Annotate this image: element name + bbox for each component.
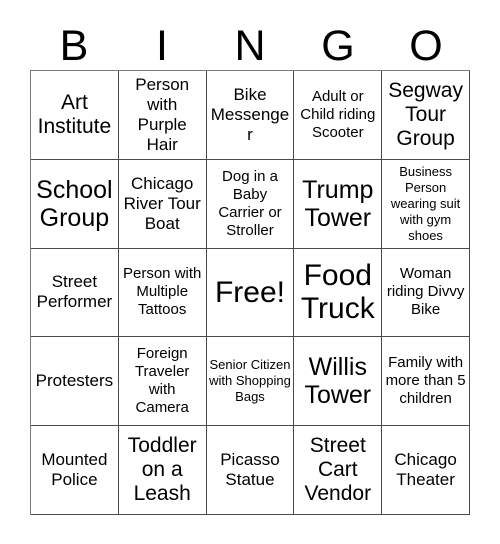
bingo-cell-r4c4[interactable]: Willis Tower bbox=[294, 337, 383, 427]
bingo-grid: Art Institute Person with Purple Hair Bike… bbox=[30, 70, 470, 515]
bingo-cell-r4c3[interactable]: Senior Citizen with Shopping Bags bbox=[206, 337, 295, 427]
bingo-cell-r4c5[interactable]: Family with more than 5 children bbox=[382, 337, 470, 427]
bingo-cell-r3c3[interactable]: Free! bbox=[206, 248, 295, 338]
bingo-cell-r1c4[interactable]: Adult or Child riding Scooter bbox=[294, 71, 383, 160]
bingo-header-letter-b: B bbox=[59, 22, 89, 70]
bingo-cell-label: Free! bbox=[214, 275, 285, 309]
bingo-cell-label: Segway Tour Group bbox=[388, 78, 463, 150]
bingo-cell-label: Willis Tower bbox=[304, 353, 372, 410]
bingo-cell-label: Bike Messenger bbox=[210, 84, 290, 144]
bingo-cell-label: Person with Multiple Tattoos bbox=[123, 265, 202, 319]
bingo-cell-r1c3[interactable]: Bike Messenger bbox=[206, 71, 295, 160]
bingo-cell-label: Food Truck bbox=[300, 259, 375, 326]
bingo-cell-r2c1[interactable]: School Group bbox=[31, 159, 119, 249]
bingo-cell-r1c2[interactable]: Person with Purple Hair bbox=[118, 71, 207, 160]
bingo-cell-label: Art Institute bbox=[37, 90, 112, 138]
bingo-card: B I N G O Art Institute Person with Purpl… bbox=[0, 0, 500, 544]
bingo-cell-label: Woman riding Divvy Bike bbox=[386, 265, 465, 319]
bingo-cell-label: Adult or Child riding Scooter bbox=[300, 87, 376, 141]
bingo-cell-label: Street Performer bbox=[36, 272, 113, 312]
bingo-cell-label: Chicago River Tour Boat bbox=[123, 173, 201, 233]
bingo-cell-r4c2[interactable]: Foreign Traveler with Camera bbox=[118, 337, 207, 427]
bingo-cell-r4c1[interactable]: Protesters bbox=[31, 337, 119, 427]
bingo-cell-label: Person with Purple Hair bbox=[135, 74, 190, 154]
bingo-cell-label: Family with more than 5 children bbox=[385, 354, 466, 408]
bingo-cell-label: School Group bbox=[36, 175, 113, 232]
bingo-cell-label: Chicago Theater bbox=[394, 450, 457, 490]
bingo-cell-r5c2[interactable]: Toddler on a Leash bbox=[118, 426, 207, 515]
bingo-cell-r3c5[interactable]: Woman riding Divvy Bike bbox=[382, 248, 470, 338]
bingo-cell-r3c2[interactable]: Person with Multiple Tattoos bbox=[118, 248, 207, 338]
bingo-cell-r5c3[interactable]: Picasso Statue bbox=[206, 426, 295, 515]
bingo-cell-label: Street Cart Vendor bbox=[304, 434, 372, 506]
bingo-cell-label: Toddler on a Leash bbox=[127, 434, 197, 506]
bingo-header-letter-i: I bbox=[156, 22, 168, 70]
bingo-cell-r3c1[interactable]: Street Performer bbox=[31, 248, 119, 338]
bingo-cell-label: Dog in a Baby Carrier or Stroller bbox=[218, 167, 282, 239]
bingo-cell-r5c5[interactable]: Chicago Theater bbox=[382, 426, 470, 515]
bingo-cell-r3c4[interactable]: Food Truck bbox=[294, 248, 383, 338]
bingo-cell-r2c4[interactable]: Trump Tower bbox=[294, 159, 383, 249]
bingo-cell-label: Senior Citizen with Shopping Bags bbox=[209, 357, 291, 405]
bingo-header-letter-o: O bbox=[409, 22, 443, 70]
bingo-header-row: B I N G O bbox=[30, 18, 470, 70]
bingo-cell-label: Picasso Statue bbox=[220, 450, 280, 490]
bingo-cell-label: Mounted Police bbox=[41, 450, 108, 490]
bingo-cell-label: Foreign Traveler with Camera bbox=[134, 345, 190, 417]
bingo-cell-r5c1[interactable]: Mounted Police bbox=[31, 426, 119, 515]
bingo-header-letter-n: N bbox=[234, 22, 266, 70]
bingo-cell-r1c1[interactable]: Art Institute bbox=[31, 71, 119, 160]
bingo-cell-label: Business Person wearing suit with gym sh… bbox=[390, 163, 461, 243]
bingo-cell-r2c2[interactable]: Chicago River Tour Boat bbox=[118, 159, 207, 249]
bingo-cell-label: Protesters bbox=[35, 371, 114, 391]
bingo-cell-label: Trump Tower bbox=[302, 175, 374, 232]
bingo-cell-r1c5[interactable]: Segway Tour Group bbox=[382, 71, 470, 160]
bingo-header-letter-g: G bbox=[321, 22, 355, 70]
bingo-cell-r2c5[interactable]: Business Person wearing suit with gym sh… bbox=[382, 159, 470, 249]
bingo-cell-r2c3[interactable]: Dog in a Baby Carrier or Stroller bbox=[206, 159, 295, 249]
bingo-cell-r5c4[interactable]: Street Cart Vendor bbox=[294, 426, 383, 515]
